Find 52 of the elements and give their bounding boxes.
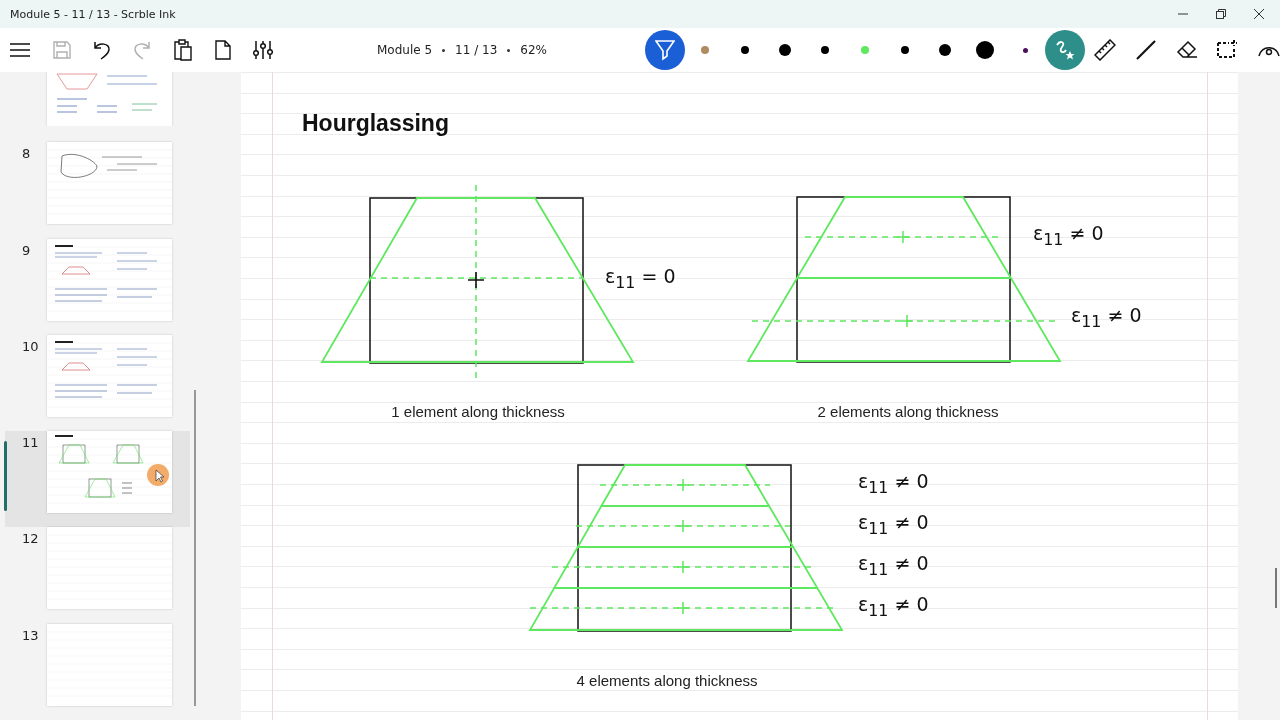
page-number: 9: [22, 242, 32, 258]
highlighter-button[interactable]: [645, 30, 685, 70]
page-thumbnail[interactable]: [47, 334, 172, 417]
pen-color-dot[interactable]: [701, 46, 709, 54]
pen-color-dot[interactable]: [861, 46, 869, 54]
diagram-caption: 4 elements along thickness: [576, 671, 758, 689]
strain-label: ε$_{11}$ ≠ 0: [858, 593, 929, 621]
page-number: 11: [22, 435, 40, 451]
strain-label: ε$_{11}$ ≠ 0: [1071, 304, 1142, 332]
page-thumbnail[interactable]: [47, 238, 172, 321]
paste-icon[interactable]: [173, 39, 193, 61]
pointer-icon: [146, 463, 170, 488]
strain-label: ε$_{11}$ ≠ 0: [858, 511, 929, 539]
highlighter-icon: [655, 39, 675, 61]
diagram-caption: 2 elements along thickness: [817, 402, 999, 420]
eraser-icon[interactable]: [1176, 40, 1198, 60]
close-icon[interactable]: [1254, 9, 1264, 19]
page-thumbnail[interactable]: [47, 527, 172, 610]
undo-icon[interactable]: [93, 40, 111, 60]
shape-recognition-button[interactable]: [1045, 30, 1085, 70]
page-heading: Hourglassing: [302, 110, 449, 137]
restore-icon[interactable]: [1216, 9, 1226, 19]
document-info: 11 / 13: [455, 43, 498, 57]
document-info: 62%: [520, 43, 547, 57]
settings-icon[interactable]: [253, 40, 273, 60]
page-thumbnail[interactable]: [47, 142, 172, 225]
page-number: 12: [22, 531, 40, 547]
ruler-icon[interactable]: [1094, 39, 1116, 61]
pen-color-dot[interactable]: [779, 44, 791, 56]
pen-color-dot[interactable]: [976, 41, 994, 59]
selection-icon[interactable]: [1217, 39, 1239, 61]
menu-icon[interactable]: [9, 42, 31, 58]
strain-label: ε$_{11}$ ≠ 0: [858, 470, 929, 498]
page-thumbnail[interactable]: [47, 431, 172, 514]
strain-label: ε$_{11}$ ≠ 0: [858, 552, 929, 580]
pen-color-dot[interactable]: [901, 46, 909, 54]
window-title: Module 5 - 11 / 13 - Scrble Ink: [10, 7, 176, 21]
squiggle-star-icon: [1054, 39, 1076, 61]
strain-label: ε$_{11}$ = 0: [605, 265, 676, 293]
page-icon[interactable]: [215, 40, 231, 60]
line-icon[interactable]: [1135, 39, 1157, 61]
pen-color-dot[interactable]: [821, 46, 829, 54]
pen-color-dot[interactable]: [939, 44, 951, 56]
pen-color-dot[interactable]: [741, 46, 749, 54]
page-thumbnail[interactable]: [47, 623, 172, 706]
diagram-caption: 1 element along thickness: [391, 402, 565, 420]
page-number: 13: [22, 627, 40, 643]
page-number: 8: [22, 146, 32, 162]
strain-label: ε$_{11}$ ≠ 0: [1033, 222, 1104, 250]
document-info: Module 5: [377, 43, 433, 57]
page-number: 10: [22, 338, 40, 354]
pen-color-dot[interactable]: [1022, 47, 1028, 53]
